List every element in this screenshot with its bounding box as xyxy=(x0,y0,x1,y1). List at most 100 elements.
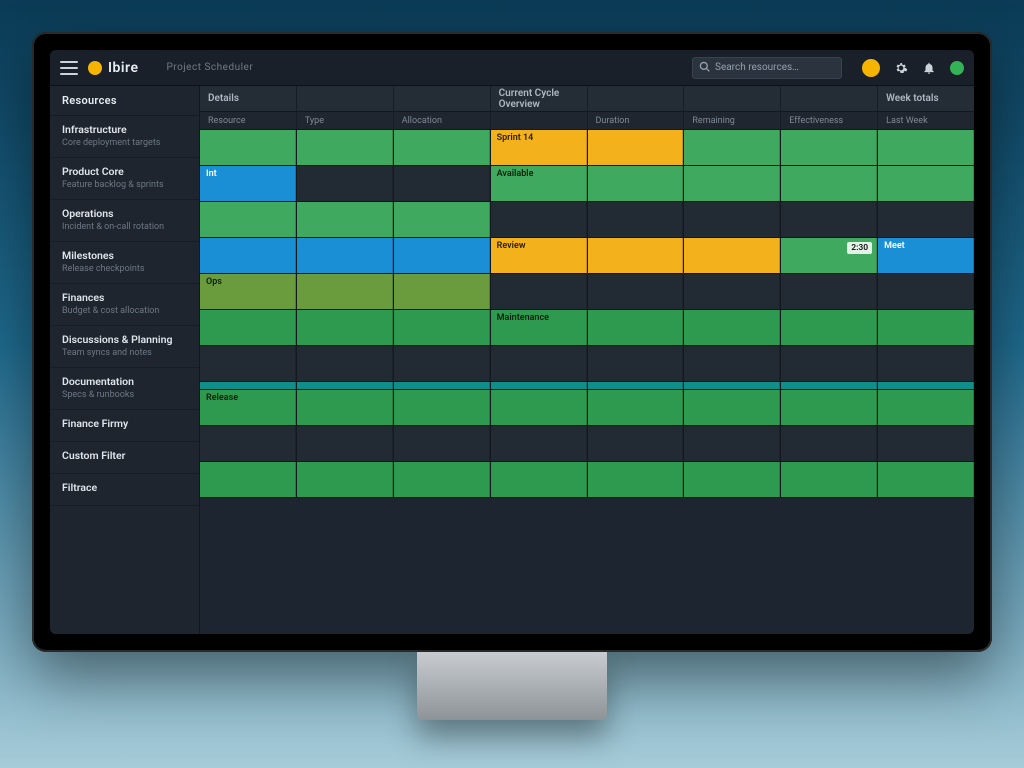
grid-cell[interactable] xyxy=(781,130,878,165)
schedule-block[interactable] xyxy=(878,274,974,309)
app-logo[interactable]: Ibire xyxy=(88,60,138,76)
col-top-5[interactable] xyxy=(684,86,781,111)
schedule-block[interactable] xyxy=(684,382,780,389)
schedule-block[interactable] xyxy=(684,202,780,237)
grid-cell[interactable] xyxy=(781,426,878,461)
grid-cell[interactable] xyxy=(684,130,781,165)
col-top-6[interactable] xyxy=(781,86,878,111)
grid-cell[interactable] xyxy=(878,274,974,309)
schedule-block[interactable] xyxy=(684,238,780,273)
grid-cell[interactable] xyxy=(588,346,685,381)
schedule-block[interactable] xyxy=(297,130,393,165)
grid-cell[interactable] xyxy=(878,346,974,381)
schedule-block[interactable] xyxy=(200,238,296,273)
grid-cell[interactable] xyxy=(297,462,394,497)
schedule-block[interactable] xyxy=(684,130,780,165)
grid-cell[interactable] xyxy=(878,130,974,165)
schedule-block[interactable] xyxy=(781,166,877,201)
schedule-block[interactable] xyxy=(878,426,974,461)
schedule-block[interactable] xyxy=(200,310,296,345)
schedule-block[interactable] xyxy=(297,390,393,425)
col-top-3[interactable]: Current Cycle Overview xyxy=(491,86,588,111)
schedule-block[interactable] xyxy=(588,390,684,425)
grid-cell[interactable] xyxy=(394,426,491,461)
grid-cell[interactable] xyxy=(684,202,781,237)
grid-cell[interactable] xyxy=(394,310,491,345)
grid-cell[interactable]: 2:30 xyxy=(781,238,878,273)
grid-cell[interactable] xyxy=(394,166,491,201)
grid-cell[interactable] xyxy=(588,274,685,309)
grid-cell[interactable] xyxy=(588,310,685,345)
grid-cell[interactable] xyxy=(394,238,491,273)
schedule-block[interactable] xyxy=(684,310,780,345)
schedule-block[interactable] xyxy=(394,274,490,309)
schedule-block[interactable] xyxy=(200,462,296,497)
grid-cell[interactable] xyxy=(588,382,685,389)
schedule-block[interactable] xyxy=(394,390,490,425)
schedule-block[interactable] xyxy=(781,390,877,425)
schedule-block[interactable] xyxy=(781,310,877,345)
grid-cell[interactable] xyxy=(200,202,297,237)
grid-cell[interactable] xyxy=(491,462,588,497)
status-icon[interactable] xyxy=(950,61,964,75)
grid-cell[interactable] xyxy=(200,310,297,345)
schedule-block[interactable] xyxy=(781,130,877,165)
schedule-block[interactable] xyxy=(491,426,587,461)
col-top-4[interactable] xyxy=(588,86,685,111)
grid-cell[interactable] xyxy=(781,390,878,425)
schedule-block[interactable] xyxy=(878,390,974,425)
grid-cell[interactable] xyxy=(588,390,685,425)
schedule-block[interactable] xyxy=(200,130,296,165)
notifications-icon[interactable] xyxy=(922,61,936,75)
grid-cell[interactable] xyxy=(297,390,394,425)
schedule-block[interactable]: Meet xyxy=(878,238,974,273)
grid-cell[interactable] xyxy=(684,274,781,309)
schedule-block[interactable] xyxy=(588,346,684,381)
grid-cell[interactable] xyxy=(200,238,297,273)
grid-cell[interactable] xyxy=(297,166,394,201)
schedule-block[interactable] xyxy=(684,346,780,381)
col-top-7[interactable]: Week totals xyxy=(878,86,974,111)
schedule-block[interactable] xyxy=(200,202,296,237)
schedule-block[interactable] xyxy=(684,462,780,497)
schedule-block[interactable] xyxy=(878,166,974,201)
schedule-block[interactable]: Available xyxy=(491,166,587,201)
grid-cell[interactable]: Review xyxy=(491,238,588,273)
schedule-block[interactable] xyxy=(200,426,296,461)
schedule-block[interactable] xyxy=(297,238,393,273)
grid-cell[interactable] xyxy=(297,274,394,309)
col-top-1[interactable] xyxy=(297,86,394,111)
schedule-block[interactable] xyxy=(588,382,684,389)
schedule-block[interactable]: Sprint 14 xyxy=(491,130,587,165)
grid-cell[interactable]: Release xyxy=(200,390,297,425)
grid-cell[interactable] xyxy=(684,346,781,381)
schedule-block[interactable] xyxy=(297,166,393,201)
schedule-block[interactable] xyxy=(878,130,974,165)
schedule-block[interactable] xyxy=(491,346,587,381)
schedule-block[interactable] xyxy=(588,462,684,497)
schedule-block[interactable] xyxy=(394,462,490,497)
schedule-block[interactable] xyxy=(394,166,490,201)
grid-cell[interactable] xyxy=(297,426,394,461)
grid-cell[interactable] xyxy=(684,390,781,425)
schedule-block[interactable] xyxy=(878,310,974,345)
schedule-block[interactable] xyxy=(200,346,296,381)
schedule-block[interactable] xyxy=(588,130,684,165)
grid-cell[interactable] xyxy=(297,346,394,381)
schedule-block[interactable] xyxy=(588,202,684,237)
grid-cell[interactable] xyxy=(684,238,781,273)
schedule-block[interactable] xyxy=(588,426,684,461)
grid-cell[interactable] xyxy=(297,202,394,237)
schedule-block[interactable] xyxy=(297,462,393,497)
col-top-2[interactable] xyxy=(394,86,491,111)
grid-cell[interactable] xyxy=(781,462,878,497)
grid-cell[interactable]: Maintenance xyxy=(491,310,588,345)
settings-icon[interactable] xyxy=(894,61,908,75)
grid-cell[interactable] xyxy=(200,346,297,381)
grid-cell[interactable] xyxy=(588,238,685,273)
grid-cell[interactable] xyxy=(781,310,878,345)
schedule-block[interactable] xyxy=(588,274,684,309)
sidebar-item-3[interactable]: MilestonesRelease checkpoints xyxy=(50,242,199,284)
grid-cell[interactable] xyxy=(491,390,588,425)
grid-cell[interactable] xyxy=(297,310,394,345)
